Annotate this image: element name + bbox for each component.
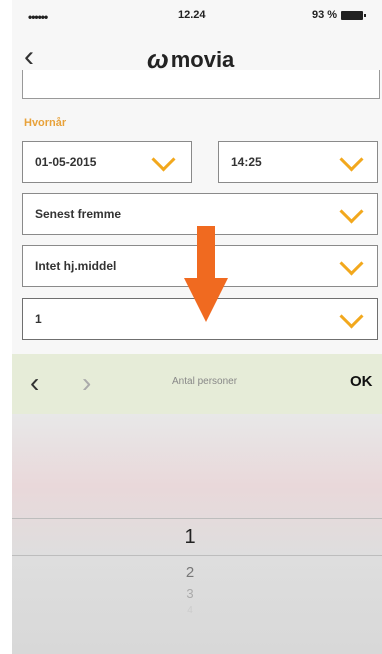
section-label-hvornaar: Hvornår: [24, 117, 67, 129]
previous-icon[interactable]: ‹: [30, 367, 39, 399]
picker-toolbar: ‹ › Antal personer OK: [12, 354, 382, 414]
logo-text: movia: [170, 46, 235, 72]
ok-button[interactable]: OK: [350, 373, 373, 390]
back-icon[interactable]: ‹: [24, 42, 34, 72]
aid-value: Intet hj.middel: [35, 259, 117, 273]
picker-option[interactable]: 2: [12, 564, 375, 581]
chevron-down-icon: [339, 199, 364, 224]
persons-value: 1: [35, 312, 42, 326]
chevron-down-icon: [339, 304, 364, 329]
picker-option[interactable]: 1: [12, 526, 375, 549]
down-arrow-icon: [184, 226, 228, 322]
chevron-down-icon: [151, 147, 176, 172]
picker-option[interactable]: 4: [12, 605, 375, 616]
phone-screen: •••••• 12.24 93 % ‹ ω movia Hvornår 01-0…: [12, 0, 382, 654]
battery-status: 93 %: [312, 9, 367, 21]
time-select[interactable]: 14:25: [218, 141, 378, 183]
chevron-down-icon: [339, 251, 364, 276]
battery-icon: [341, 10, 367, 20]
chevron-down-icon: [339, 147, 364, 172]
signal-indicator: ••••••: [28, 10, 48, 24]
picker-title: Antal personer: [172, 376, 238, 387]
status-time: 12.24: [178, 9, 206, 21]
date-value: 01-05-2015: [35, 155, 97, 169]
date-select[interactable]: 01-05-2015: [22, 141, 192, 183]
arrival-mode-value: Senest fremme: [35, 207, 122, 221]
persons-picker[interactable]: 1 2 3 4: [12, 414, 382, 654]
status-bar: •••••• 12.24 93 %: [12, 0, 382, 30]
time-value: 14:25: [231, 155, 262, 169]
next-icon[interactable]: ›: [82, 367, 91, 399]
picker-option[interactable]: 3: [12, 586, 375, 601]
previous-field[interactable]: [22, 70, 380, 99]
battery-percent: 93 %: [312, 9, 338, 21]
